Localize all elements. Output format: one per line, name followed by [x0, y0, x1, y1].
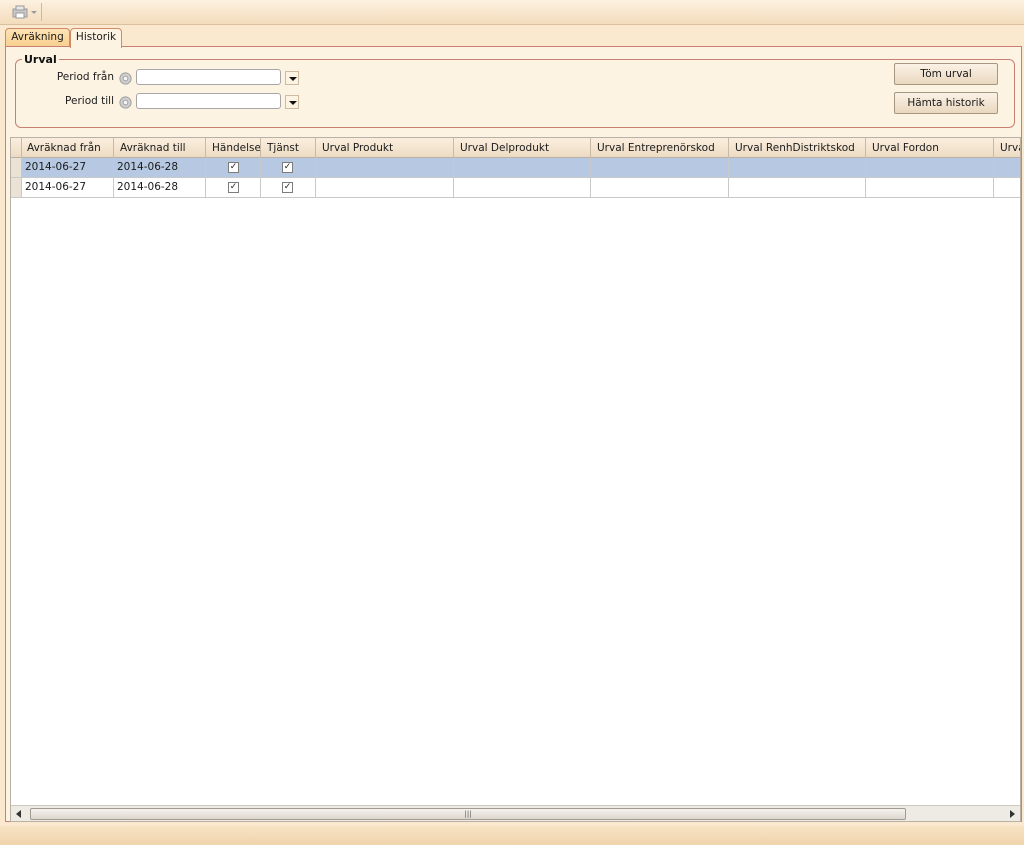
header-corner [11, 138, 22, 158]
tjanst-checkbox[interactable]: ✓ [282, 182, 293, 193]
column-header-avraknad-till[interactable]: Avräknad till [114, 138, 206, 158]
tom-urval-button[interactable]: Töm urval [894, 63, 998, 85]
tab-historik[interactable]: Historik [70, 28, 122, 48]
column-header-tjanst[interactable]: Tjänst [261, 138, 316, 158]
cell-tjanst[interactable]: ✓ [261, 158, 316, 178]
cell-urval-entreprenorskod[interactable] [591, 178, 729, 198]
cell-handelse[interactable]: ✓ [206, 178, 261, 198]
printer-dropdown-icon [12, 5, 37, 19]
table-row[interactable]: 2014-06-27 2014-06-28 ✓ ✓ [11, 178, 1020, 198]
tab-avrakning[interactable]: Avräkning [5, 28, 70, 47]
period-till-dropdown[interactable] [285, 95, 299, 109]
cell-avraknad-fran[interactable]: 2014-06-27 [22, 178, 114, 198]
cell-urval-renhdistriktskod[interactable] [729, 178, 866, 198]
column-header-urval-renhdistriktskod[interactable]: Urval RenhDistriktskod [729, 138, 866, 158]
cell-urval-extra[interactable] [994, 178, 1020, 198]
grip-icon: ||| [464, 810, 472, 818]
period-fran-dropdown[interactable] [285, 71, 299, 85]
horizontal-scrollbar[interactable]: ||| [11, 805, 1020, 821]
toolbar-print-button[interactable] [8, 3, 42, 21]
hamta-historik-button[interactable]: Hämta historik [894, 92, 998, 114]
gear-icon[interactable] [118, 95, 133, 110]
cell-tjanst[interactable]: ✓ [261, 178, 316, 198]
cell-urval-produkt[interactable] [316, 158, 454, 178]
cell-urval-renhdistriktskod[interactable] [729, 158, 866, 178]
history-grid: Avräknad från Avräknad till Händelse Tjä… [10, 137, 1021, 822]
column-header-avraknad-fran[interactable]: Avräknad från [22, 138, 114, 158]
urval-legend: Urval [24, 53, 57, 66]
cell-avraknad-fran[interactable]: 2014-06-27 [22, 158, 114, 178]
cell-urval-delprodukt[interactable] [454, 158, 591, 178]
grid-header: Avräknad från Avräknad till Händelse Tjä… [11, 138, 1020, 158]
cell-urval-delprodukt[interactable] [454, 178, 591, 198]
table-row[interactable]: 2014-06-27 2014-06-28 ✓ ✓ [11, 158, 1020, 178]
cell-urval-entreprenorskod[interactable] [591, 158, 729, 178]
cell-urval-extra[interactable] [994, 158, 1020, 178]
toolbar [0, 0, 1024, 25]
historik-panel: Urval Period från Period till Töm urval … [5, 46, 1022, 822]
period-fran-label: Period från [56, 71, 114, 83]
row-header[interactable] [11, 158, 22, 178]
column-header-handelse[interactable]: Händelse [206, 138, 261, 158]
handelse-checkbox[interactable]: ✓ [228, 162, 239, 173]
period-till-input[interactable] [136, 93, 281, 109]
column-header-urval-produkt[interactable]: Urval Produkt [316, 138, 454, 158]
cell-urval-fordon[interactable] [866, 178, 994, 198]
row-header[interactable] [11, 178, 22, 198]
column-header-urval-entreprenorskod[interactable]: Urval Entreprenörskod [591, 138, 729, 158]
urval-group: Urval [15, 53, 1015, 128]
cell-avraknad-till[interactable]: 2014-06-28 [114, 178, 206, 198]
period-fran-input[interactable] [136, 69, 281, 85]
cell-urval-produkt[interactable] [316, 178, 454, 198]
scroll-left-icon[interactable] [14, 809, 24, 819]
scrollbar-thumb[interactable]: ||| [30, 808, 906, 820]
column-header-urval-delprodukt[interactable]: Urval Delprodukt [454, 138, 591, 158]
tjanst-checkbox[interactable]: ✓ [282, 162, 293, 173]
column-header-urval-extra[interactable]: Urva [994, 138, 1020, 158]
handelse-checkbox[interactable]: ✓ [228, 182, 239, 193]
scroll-right-icon[interactable] [1007, 809, 1017, 819]
gear-icon[interactable] [118, 71, 133, 86]
status-bar [0, 826, 1024, 845]
cell-handelse[interactable]: ✓ [206, 158, 261, 178]
period-till-label: Period till [65, 95, 114, 107]
column-header-urval-fordon[interactable]: Urval Fordon [866, 138, 994, 158]
cell-avraknad-till[interactable]: 2014-06-28 [114, 158, 206, 178]
cell-urval-fordon[interactable] [866, 158, 994, 178]
